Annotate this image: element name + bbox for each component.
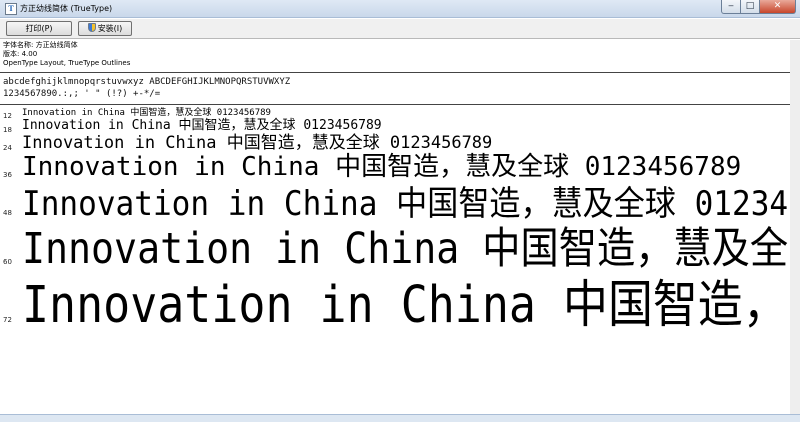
uac-shield-icon <box>87 23 96 32</box>
charset-digits: 1234567890.:,; ' " (!?) +-*/= <box>3 89 161 99</box>
sample-line: Innovation in China 中国智造， <box>22 276 788 335</box>
close-button[interactable]: ✕ <box>760 0 796 14</box>
sample-line: Innovation in China 中国智造，慧及全球 0123456789 <box>22 152 742 182</box>
install-button-label: 安装(I) <box>97 24 123 33</box>
sample-line: Innovation in China 中国智造，慧及全球 01234 <box>22 184 789 224</box>
font-info: 字体名称: 方正幼线简体 版本: 4.00 OpenType Layout, T… <box>3 41 130 68</box>
window-controls: ‒ □ ✕ <box>721 0 796 14</box>
window-title: 方正幼线简体 (TrueType) <box>20 4 113 13</box>
font-name: 字体名称: 方正幼线简体 <box>3 41 78 49</box>
font-version: 版本: 4.00 <box>3 50 38 58</box>
window-bottom-border <box>0 414 800 422</box>
sample-line: Innovation in China 中国智造，慧及全 <box>22 224 789 274</box>
size-label: 24 <box>3 144 12 152</box>
size-label: 72 <box>3 316 12 324</box>
toolbar: 打印(P) 安装(I) <box>0 19 800 39</box>
minimize-button[interactable]: ‒ <box>721 0 741 14</box>
install-button[interactable]: 安装(I) <box>78 21 132 36</box>
size-label: 18 <box>3 126 12 134</box>
sample-line: Innovation in China 中国智造，慧及全球 0123456789 <box>22 108 271 118</box>
size-label: 36 <box>3 171 12 179</box>
font-file-icon: T <box>5 3 17 15</box>
font-outlines: OpenType Layout, TrueType Outlines <box>3 59 131 67</box>
sample-line: Innovation in China 中国智造，慧及全球 0123456789 <box>22 133 493 153</box>
divider <box>0 104 800 105</box>
size-label: 12 <box>3 112 12 120</box>
print-button[interactable]: 打印(P) <box>6 21 72 36</box>
size-label: 48 <box>3 209 12 217</box>
maximize-button[interactable]: □ <box>741 0 760 14</box>
sample-line: Innovation in China 中国智造，慧及全球 0123456789 <box>22 118 382 133</box>
scrollbar[interactable] <box>790 40 800 414</box>
title-bar: T 方正幼线简体 (TrueType) ‒ □ ✕ <box>0 0 800 18</box>
size-label: 60 <box>3 258 12 266</box>
charset-letters: abcdefghijklmnopqrstuvwxyz ABCDEFGHIJKLM… <box>3 77 291 87</box>
divider <box>0 72 800 73</box>
